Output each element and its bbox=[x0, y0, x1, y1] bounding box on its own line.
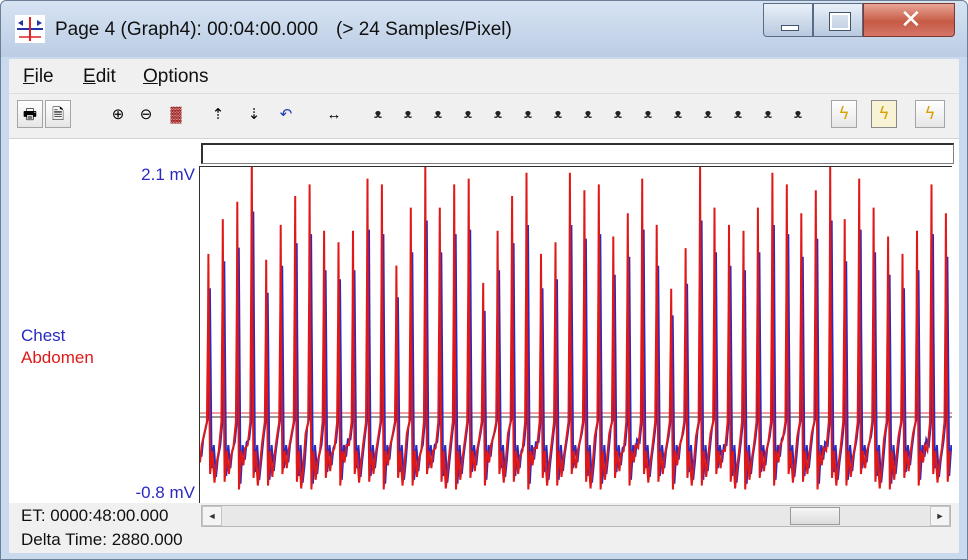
menu-file-accel: F bbox=[23, 66, 35, 87]
find-event-4-icon: ᴥ bbox=[584, 106, 592, 122]
event-bolt-1-button[interactable]: ϟ bbox=[831, 100, 857, 128]
horizontal-scale-icon: ↔ bbox=[326, 105, 342, 123]
minimize-button[interactable] bbox=[763, 3, 813, 37]
scroll-left-button[interactable]: ◄ bbox=[202, 506, 222, 526]
find-event-10-icon: ᴥ bbox=[764, 106, 772, 122]
menu-options[interactable]: Options bbox=[143, 66, 208, 88]
channel-label-abdomen[interactable]: Abdomen bbox=[21, 348, 94, 368]
event-bolt-3-button[interactable]: ϟ bbox=[915, 100, 945, 128]
expand-vertical-button[interactable]: ⇡ bbox=[205, 100, 231, 128]
menu-file[interactable]: File bbox=[23, 66, 54, 88]
find-event-2-icon: ᴥ bbox=[524, 106, 532, 122]
expand-vertical-icon: ⇡ bbox=[211, 105, 225, 123]
event-bolt-2-button[interactable]: ϟ bbox=[871, 100, 897, 128]
window-title: Page 4 (Graph4): 00:04:00.000 (> 24 Sampl… bbox=[55, 19, 512, 41]
compress-vertical-button[interactable]: ⇣ bbox=[241, 100, 267, 128]
find-marker-2-button[interactable]: ᴥ bbox=[395, 100, 421, 128]
find-event-5-icon: ᴥ bbox=[614, 106, 622, 122]
fit-all-icon: ▓ bbox=[170, 105, 182, 123]
find-event-8-icon: ᴥ bbox=[704, 106, 712, 122]
title-page: Page 4 (Graph4): 00:04:00.000 bbox=[55, 19, 319, 40]
zoom-out-icon: ⊖ bbox=[139, 105, 153, 123]
scroll-left-icon: ◄ bbox=[207, 511, 217, 521]
event-bolt-2-icon: ϟ bbox=[878, 103, 890, 124]
scroll-right-button[interactable]: ► bbox=[930, 506, 950, 526]
undo-button[interactable]: ↶ bbox=[273, 100, 299, 128]
find-marker-3-icon: ᴥ bbox=[434, 106, 442, 122]
find-event-8-button[interactable]: ᴥ bbox=[695, 100, 721, 128]
scale-max-label: 2.1 mV bbox=[141, 165, 195, 184]
menu-bar: File Edit Options bbox=[9, 59, 959, 94]
scale-min-label: -0.8 mV bbox=[135, 483, 195, 502]
find-event-9-icon: ᴥ bbox=[734, 106, 742, 122]
find-event-3-button[interactable]: ᴥ bbox=[545, 100, 571, 128]
waveform-plot bbox=[200, 167, 952, 490]
page-setup-icon: 🗎 bbox=[51, 105, 65, 123]
marker-bar[interactable] bbox=[201, 143, 954, 164]
menu-edit[interactable]: Edit bbox=[83, 66, 116, 88]
menu-file-label: ile bbox=[34, 66, 54, 87]
scroll-thumb[interactable] bbox=[790, 507, 840, 525]
find-marker-4-button[interactable]: ᴥ bbox=[455, 100, 481, 128]
graph-area: 2.1 mV Chest Abdomen -0.8 mV bbox=[9, 139, 959, 503]
menu-edit-accel: E bbox=[83, 66, 96, 87]
title-bar[interactable]: Page 4 (Graph4): 00:04:00.000 (> 24 Sampl… bbox=[1, 1, 967, 57]
graph-window: Page 4 (Graph4): 00:04:00.000 (> 24 Sampl… bbox=[0, 0, 968, 560]
print-button[interactable]: 🖶 bbox=[17, 100, 43, 128]
scroll-right-icon: ► bbox=[935, 511, 945, 521]
page-setup-button[interactable]: 🗎 bbox=[45, 100, 71, 128]
find-marker-1-icon: ᴥ bbox=[374, 106, 382, 122]
horizontal-scrollbar[interactable]: ◄ ► bbox=[201, 505, 951, 527]
compress-vertical-icon: ⇣ bbox=[247, 105, 261, 123]
find-event-10-button[interactable]: ᴥ bbox=[755, 100, 781, 128]
event-bolt-3-icon: ϟ bbox=[924, 103, 936, 124]
find-event-4-button[interactable]: ᴥ bbox=[575, 100, 601, 128]
find-event-11-icon: ᴥ bbox=[794, 106, 802, 122]
find-event-7-icon: ᴥ bbox=[674, 106, 682, 122]
close-button[interactable]: ✕ bbox=[863, 3, 955, 37]
title-rate: (> 24 Samples/Pixel) bbox=[336, 19, 512, 40]
horizontal-scale-button[interactable]: ↔ bbox=[321, 100, 347, 128]
find-event-2-button[interactable]: ᴥ bbox=[515, 100, 541, 128]
find-event-7-button[interactable]: ᴥ bbox=[665, 100, 691, 128]
find-event-1-icon: ᴥ bbox=[494, 106, 502, 122]
menu-options-label: ptions bbox=[157, 66, 209, 87]
channel-label-chest[interactable]: Chest bbox=[21, 326, 65, 346]
status-area: ET: 0000:48:00.000 Delta Time: 2880.000 … bbox=[9, 503, 959, 553]
toolbar: 🖶 🗎 ⊕ ⊖ ▓ ⇡ ⇣ ↶ ↔ ᴥ ᴥ ᴥ ᴥ ᴥ ᴥ ᴥ ᴥ ᴥ ᴥ ᴥ … bbox=[9, 94, 959, 139]
find-event-3-icon: ᴥ bbox=[554, 106, 562, 122]
app-icon bbox=[15, 15, 45, 43]
zoom-in-button[interactable]: ⊕ bbox=[105, 100, 131, 128]
minimize-icon bbox=[781, 25, 799, 31]
fit-all-button[interactable]: ▓ bbox=[163, 100, 189, 128]
delta-time: Delta Time: 2880.000 bbox=[21, 530, 183, 549]
find-event-1-button[interactable]: ᴥ bbox=[485, 100, 511, 128]
find-marker-1-button[interactable]: ᴥ bbox=[365, 100, 391, 128]
undo-icon: ↶ bbox=[279, 105, 293, 123]
find-marker-2-icon: ᴥ bbox=[404, 106, 412, 122]
zoom-in-icon: ⊕ bbox=[111, 105, 125, 123]
find-event-6-icon: ᴥ bbox=[644, 106, 652, 122]
find-event-9-button[interactable]: ᴥ bbox=[725, 100, 751, 128]
zoom-out-button[interactable]: ⊖ bbox=[133, 100, 159, 128]
menu-edit-label: dit bbox=[95, 66, 116, 87]
find-marker-4-icon: ᴥ bbox=[464, 106, 472, 122]
maximize-button[interactable] bbox=[813, 3, 863, 37]
menu-options-accel: O bbox=[143, 66, 158, 87]
find-marker-3-button[interactable]: ᴥ bbox=[425, 100, 451, 128]
elapsed-time: ET: 0000:48:00.000 bbox=[21, 506, 169, 525]
series-chest bbox=[200, 211, 952, 484]
event-bolt-1-icon: ϟ bbox=[838, 103, 850, 124]
find-event-5-button[interactable]: ᴥ bbox=[605, 100, 631, 128]
close-icon: ✕ bbox=[900, 5, 922, 35]
print-icon: 🖶 bbox=[22, 105, 38, 123]
channel-label-panel: 2.1 mV Chest Abdomen -0.8 mV bbox=[9, 139, 199, 503]
find-event-11-button[interactable]: ᴥ bbox=[785, 100, 811, 128]
plot-area[interactable] bbox=[199, 166, 952, 503]
find-event-6-button[interactable]: ᴥ bbox=[635, 100, 661, 128]
maximize-icon bbox=[830, 13, 850, 30]
